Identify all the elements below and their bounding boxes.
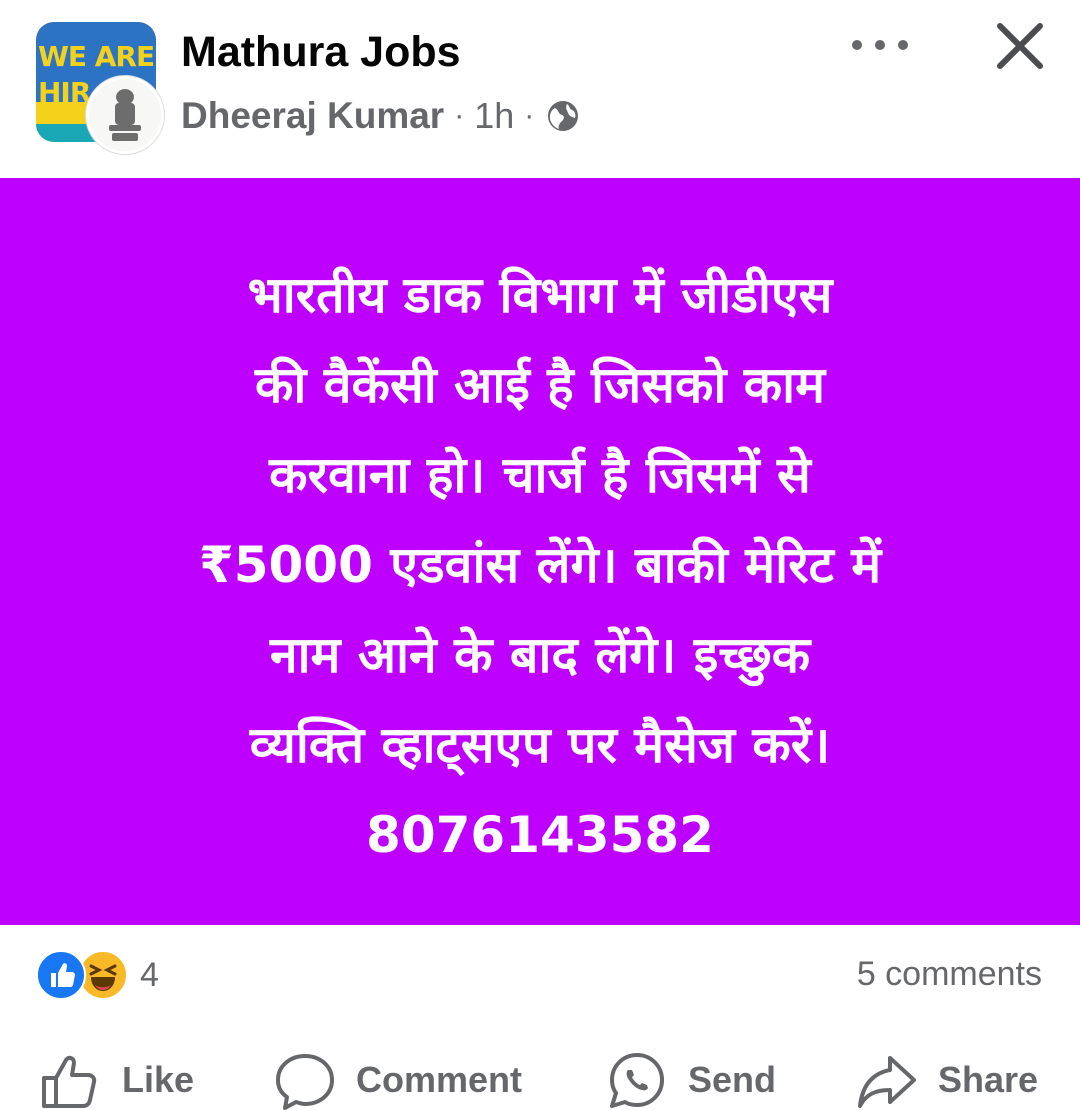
author-avatar[interactable]	[86, 76, 164, 154]
group-name[interactable]: Mathura Jobs	[181, 28, 461, 77]
like-button[interactable]: Like	[40, 1050, 194, 1110]
more-dot	[852, 40, 862, 50]
reaction-count: 4	[140, 955, 159, 994]
action-bar: Like Comment Send Share	[0, 1050, 1080, 1110]
post-meta: Dheeraj Kumar · 1h ·	[181, 94, 580, 138]
send-button[interactable]: Send	[606, 1050, 776, 1110]
emblem-icon	[109, 89, 141, 141]
reactions-summary[interactable]: 4	[36, 950, 159, 1000]
group-avatar-text-2: HIR	[38, 76, 91, 109]
comment-button[interactable]: Comment	[274, 1050, 522, 1110]
post-time[interactable]: 1h	[474, 95, 514, 137]
comment-label: Comment	[356, 1059, 523, 1100]
post-header: WE ARE HIR Mathura Jobs Dheeraj Kumar · …	[0, 0, 1080, 178]
post-text: भारतीय डाक विभाग में जीडीएस की वैकेंसी आ…	[198, 266, 882, 864]
share-label: Share	[938, 1059, 1039, 1100]
more-dot	[875, 40, 885, 50]
more-options-button[interactable]	[848, 28, 912, 62]
send-label: Send	[688, 1059, 777, 1100]
globe-icon	[548, 101, 579, 131]
like-label: Like	[122, 1059, 195, 1100]
more-dot	[898, 40, 908, 50]
group-avatar-text-1: WE ARE	[38, 40, 155, 73]
share-icon	[858, 1056, 916, 1108]
author-name[interactable]: Dheeraj Kumar	[181, 95, 444, 137]
whatsapp-icon	[610, 1053, 664, 1108]
thumbs-up-icon	[42, 1055, 97, 1108]
close-icon[interactable]	[994, 20, 1046, 72]
share-button[interactable]: Share	[856, 1050, 1038, 1110]
comments-count[interactable]: 5 comments	[857, 955, 1042, 994]
meta-separator: ·	[524, 99, 535, 132]
comment-icon	[276, 1054, 334, 1110]
meta-separator: ·	[454, 99, 465, 132]
like-icon	[36, 950, 86, 1000]
